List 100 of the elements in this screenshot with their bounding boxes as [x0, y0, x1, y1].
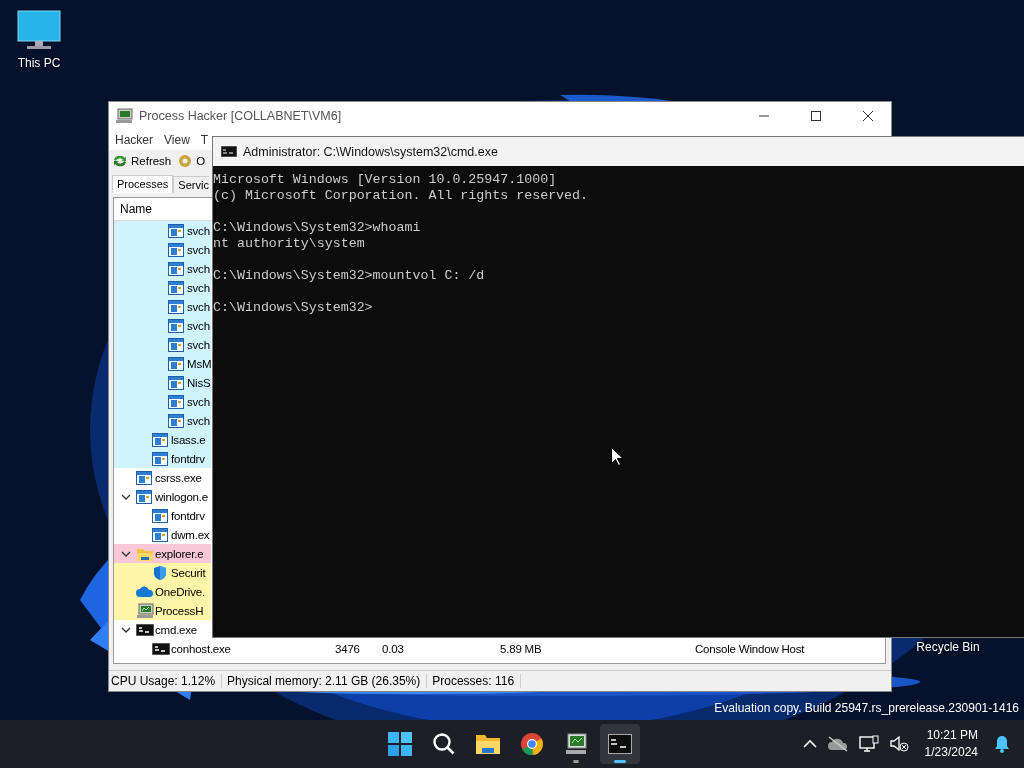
process-name: dwm.ex — [171, 528, 211, 541]
toolbar-button[interactable]: O — [176, 153, 207, 169]
menu-item[interactable]: View — [161, 133, 198, 147]
console-icon — [608, 734, 632, 754]
process-name: ProcessH — [155, 604, 205, 617]
window-title: Administrator: C:\Windows\system32\cmd.exe — [243, 144, 498, 159]
process-row[interactable]: svch — [114, 316, 211, 335]
process-row[interactable]: Securit — [114, 563, 211, 582]
program-icon — [152, 527, 168, 542]
program-icon — [168, 280, 184, 295]
search-icon — [432, 732, 456, 756]
process-name: svch — [187, 414, 211, 427]
process-name: winlogon.e — [155, 490, 209, 503]
process-row[interactable]: svch — [114, 240, 211, 259]
program-icon — [168, 299, 184, 314]
date-text: 1/23/2024 — [924, 744, 978, 761]
process-row[interactable]: svch — [114, 335, 211, 354]
volume-muted-icon[interactable] — [888, 735, 909, 753]
cloud-off-icon[interactable] — [826, 736, 849, 752]
program-icon — [168, 223, 184, 238]
process-row[interactable]: explorer.e — [114, 544, 211, 563]
cursor-icon — [611, 447, 623, 466]
console-icon — [221, 146, 237, 157]
process-row[interactable]: svch — [114, 259, 211, 278]
process-name: svch — [187, 300, 211, 313]
taskbar-button[interactable] — [600, 724, 640, 764]
console-line: C:\Windows\System32> — [213, 300, 374, 316]
process-name: cmd.exe — [155, 623, 199, 636]
description-cell: Console Window Host — [695, 642, 805, 655]
window-title: Process Hacker [COLLABNET\VM6] — [139, 109, 343, 123]
column-header[interactable]: Name — [114, 202, 152, 216]
console-line: Microsoft Windows [Version 10.0.25947.1000] — [213, 172, 558, 188]
program-icon — [136, 489, 152, 504]
program-icon — [168, 356, 184, 371]
program-icon — [168, 375, 184, 390]
program-icon — [168, 413, 184, 428]
process-row[interactable]: lsass.e — [114, 430, 211, 449]
process-name: NisS — [187, 376, 211, 389]
cloud-icon — [136, 585, 154, 598]
process-row[interactable]: svch — [114, 411, 211, 430]
status-text: Processes: 116 — [430, 674, 522, 688]
process-row[interactable]: MsM — [114, 354, 211, 373]
chevron-up-icon[interactable] — [802, 739, 817, 749]
program-icon — [136, 470, 152, 485]
evaluation-text: Evaluation copy. Build 25947.rs_prerelease.230901-1416 — [714, 701, 1019, 715]
process-name: conhost.exe — [171, 642, 232, 655]
process-row[interactable]: ProcessH — [114, 601, 211, 620]
tab[interactable]: Processes — [112, 175, 174, 193]
process-name: svch — [187, 319, 211, 332]
pid-cell-text: 3476 — [335, 642, 361, 655]
process-row[interactable]: NisS — [114, 373, 211, 392]
process-name: csrss.exe — [155, 471, 203, 484]
process-row[interactable]: fontdrv — [114, 449, 211, 468]
program-icon — [152, 451, 168, 466]
clock[interactable]: 10:21 PM 1/23/2024 — [924, 727, 978, 761]
console-line: C:\Windows\System32>mountvol C: /d — [213, 268, 486, 284]
monitor-icon — [17, 10, 61, 52]
monitor-icon — [564, 732, 588, 756]
console-line: nt authority\system — [213, 236, 366, 252]
gear-icon — [177, 153, 194, 169]
process-name: fontdrv — [171, 452, 206, 465]
process-name: MsM — [187, 357, 211, 370]
process-name: svch — [187, 395, 211, 408]
program-icon — [152, 508, 168, 523]
process-name: svch — [187, 338, 211, 351]
tab[interactable]: Servic — [173, 176, 209, 193]
status-text: Physical memory: 2.11 GB (26.35%) — [225, 674, 428, 688]
menu-item[interactable]: T — [197, 133, 217, 147]
memory-cell-text: 5.89 MB — [500, 642, 543, 655]
program-icon — [168, 261, 184, 276]
process-name: OneDrive. — [155, 585, 206, 598]
cpu-cell-text: 0.03 — [382, 642, 405, 655]
process-row[interactable]: svch — [114, 297, 211, 316]
menu-item[interactable]: Hacker — [112, 133, 161, 147]
program-icon — [168, 318, 184, 333]
process-row[interactable]: svch — [114, 278, 211, 297]
maximize-icon — [811, 111, 821, 121]
monitor-icon — [136, 602, 154, 619]
bell-icon[interactable] — [994, 735, 1010, 753]
close-icon — [863, 111, 873, 121]
status-text: CPU Usage: 1.12% — [109, 674, 223, 688]
process-name: explorer.e — [155, 547, 205, 560]
desktop-icon-label[interactable]: This PC — [17, 56, 61, 70]
console-icon — [136, 623, 154, 636]
time-text: 10:21 PM — [926, 727, 978, 744]
console-icon — [152, 642, 170, 655]
shield-icon — [152, 564, 168, 581]
process-row[interactable]: svch — [114, 392, 211, 411]
toolbar-button[interactable]: Refresh — [111, 154, 173, 168]
browser-icon — [520, 732, 544, 756]
process-name: Securit — [171, 566, 207, 579]
network-icon[interactable] — [858, 735, 879, 753]
process-name: svch — [187, 224, 211, 237]
desktop-icon-label[interactable]: Recycle Bin — [916, 640, 980, 654]
program-icon — [168, 242, 184, 257]
console-line: (c) Microsoft Corporation. All rights reserved. — [213, 188, 590, 204]
program-icon — [152, 432, 168, 447]
process-name: svch — [187, 243, 211, 256]
process-row[interactable]: OneDrive. — [114, 582, 211, 601]
process-row[interactable]: svch — [114, 221, 211, 240]
